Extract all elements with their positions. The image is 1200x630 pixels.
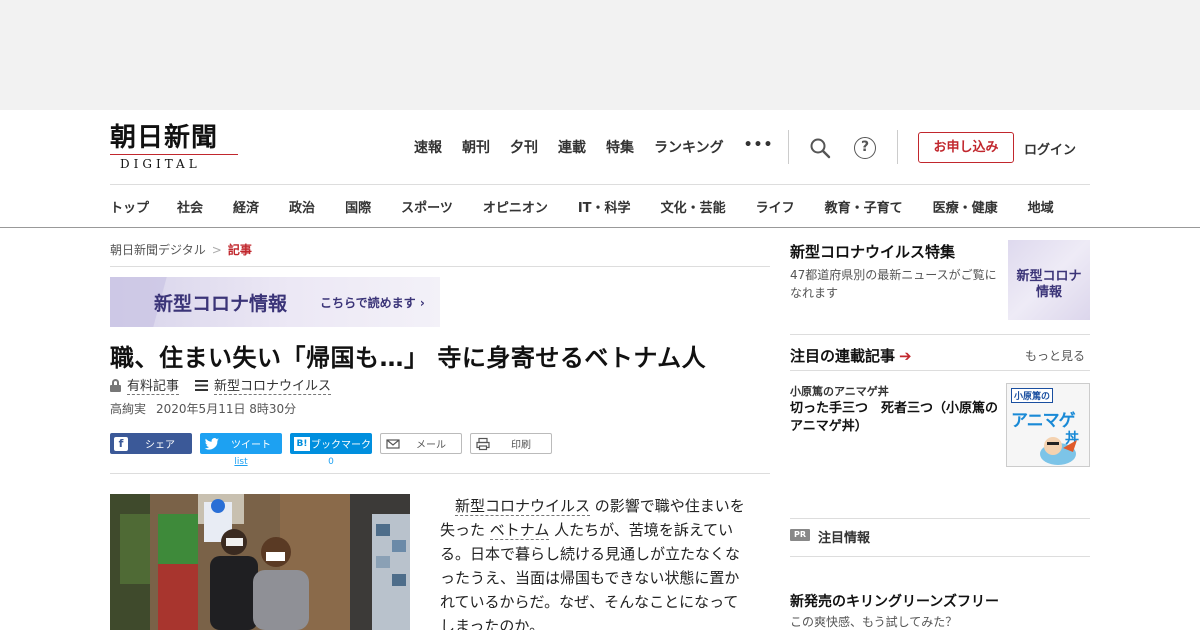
logo-sub-text: DIGITAL bbox=[120, 157, 201, 171]
byline: 高絢実 2020年5月11日 8時30分 bbox=[110, 400, 296, 417]
corona-info-banner[interactable]: 新型コロナ情報 こちらで読めます › bbox=[110, 277, 440, 327]
category-society[interactable]: 社会 bbox=[177, 197, 203, 216]
twitter-bird-icon bbox=[204, 437, 219, 450]
sidebar-rule bbox=[790, 370, 1090, 371]
category-economy[interactable]: 経済 bbox=[233, 197, 259, 216]
site-header: 朝日新聞 DIGITAL 速報 朝刊 夕刊 連載 特集 ランキング ••• ? … bbox=[0, 110, 1200, 228]
banner-title: 新型コロナ情報 bbox=[154, 293, 288, 315]
subscribe-button[interactable]: お申し込み bbox=[918, 132, 1014, 163]
logo-divider bbox=[110, 154, 238, 155]
publish-date: 2020年5月11日 8時30分 bbox=[156, 402, 297, 416]
category-region[interactable]: 地域 bbox=[1028, 197, 1054, 216]
hatena-b-icon: B! bbox=[294, 436, 310, 451]
ad-banner-area bbox=[0, 0, 1200, 110]
login-link[interactable]: ログイン bbox=[1024, 139, 1076, 158]
list-icon bbox=[195, 379, 209, 391]
mail-button[interactable]: メール bbox=[380, 433, 462, 454]
mail-label: メール bbox=[416, 440, 446, 451]
category-health[interactable]: 医療・健康 bbox=[933, 197, 998, 216]
article-meta: 有料記事 新型コロナウイルス bbox=[110, 375, 332, 395]
mail-icon bbox=[386, 438, 400, 449]
banner-link: こちらで読めます › bbox=[320, 296, 425, 310]
nav-item-morning[interactable]: 朝刊 bbox=[462, 137, 490, 157]
help-icon[interactable]: ? bbox=[854, 137, 876, 159]
header-divider bbox=[788, 130, 789, 164]
category-life[interactable]: ライフ bbox=[756, 197, 795, 216]
author-name: 高絢実 bbox=[110, 402, 147, 416]
serial-title[interactable]: 切った手三つ 死者三つ（小原篤のアニマゲ丼） bbox=[790, 400, 1004, 436]
header-rule bbox=[110, 184, 1090, 185]
thumb-series-tag: 小原篤の bbox=[1011, 388, 1054, 403]
twitter-count-link[interactable]: list bbox=[200, 457, 282, 467]
feature-thumb-line2: 情報 bbox=[1035, 285, 1062, 300]
category-culture[interactable]: 文化・芸能 bbox=[661, 197, 726, 216]
arrow-right-icon: ➔ bbox=[899, 347, 912, 365]
serial-heading-text: 注目の連載記事 bbox=[790, 347, 896, 365]
sidebar-rule bbox=[790, 556, 1090, 557]
category-politics[interactable]: 政治 bbox=[289, 197, 315, 216]
category-sports[interactable]: スポーツ bbox=[401, 197, 453, 216]
nav-item-series[interactable]: 連載 bbox=[558, 137, 586, 157]
promo-subtitle: この爽快感、もう試してみた？ bbox=[790, 615, 958, 629]
share-buttons: f シェア ツイート list B! ブックマーク 0 メール 印刷 bbox=[110, 433, 552, 467]
sidebar-rule bbox=[790, 518, 1090, 519]
site-logo[interactable]: 朝日新聞 DIGITAL bbox=[110, 124, 242, 171]
paid-article-label[interactable]: 有料記事 bbox=[127, 375, 180, 395]
breadcrumb-current: 記事 bbox=[227, 243, 252, 257]
serial-label: 小原篤のアニマゲ丼 bbox=[790, 385, 889, 398]
nav-item-features[interactable]: 特集 bbox=[606, 137, 634, 157]
facebook-share-button[interactable]: f シェア bbox=[110, 433, 192, 454]
category-opinion[interactable]: オピニオン bbox=[483, 197, 548, 216]
breadcrumb-rule bbox=[110, 266, 770, 267]
facebook-icon: f bbox=[114, 436, 128, 451]
twitter-share-label: ツイート bbox=[231, 440, 271, 451]
print-label: 印刷 bbox=[511, 440, 531, 451]
feature-thumb-line1: 新型コロナ bbox=[1016, 269, 1082, 284]
keyword-vietnam[interactable]: ベトナム bbox=[489, 521, 550, 540]
hatena-bookmark-button[interactable]: B! ブックマーク 0 bbox=[290, 433, 372, 467]
breadcrumb-separator: > bbox=[211, 243, 222, 257]
facebook-share-label: シェア bbox=[145, 440, 175, 451]
article-body: 新型コロナウイルス の影響で職や住まいを失った ベトナム 人たちが、苦境を訴えて… bbox=[440, 494, 746, 630]
keyword-covid[interactable]: 新型コロナウイルス bbox=[455, 497, 591, 516]
hatena-count: 0 bbox=[328, 457, 334, 467]
search-icon[interactable] bbox=[809, 137, 831, 159]
printer-icon bbox=[476, 437, 490, 450]
article-rule bbox=[110, 473, 770, 474]
nav-item-evening[interactable]: 夕刊 bbox=[510, 137, 538, 157]
nav-item-breaking[interactable]: 速報 bbox=[414, 137, 442, 157]
category-it-science[interactable]: IT・科学 bbox=[578, 197, 631, 216]
category-international[interactable]: 国際 bbox=[345, 197, 371, 216]
hatena-bookmark-label: ブックマーク bbox=[311, 440, 371, 451]
cartoon-character-icon bbox=[1040, 437, 1077, 465]
breadcrumb-home[interactable]: 朝日新聞デジタル bbox=[110, 243, 206, 257]
article-photo[interactable] bbox=[110, 494, 410, 630]
breadcrumb: 朝日新聞デジタル > 記事 bbox=[110, 241, 252, 258]
promo-title[interactable]: 新発売のキリングリーンズフリー bbox=[790, 591, 999, 611]
top-nav: 速報 朝刊 夕刊 連載 特集 ランキング ••• bbox=[414, 137, 793, 157]
header-divider bbox=[897, 130, 898, 164]
serial-thumbnail[interactable]: 小原篤の アニマゲ 丼 bbox=[1006, 383, 1090, 467]
print-button[interactable]: 印刷 bbox=[470, 433, 552, 454]
nav-item-ranking[interactable]: ランキング bbox=[654, 137, 724, 157]
feature-description: 47都道府県別の最新ニュースがご覧になれます bbox=[790, 268, 997, 300]
topic-link[interactable]: 新型コロナウイルス bbox=[214, 375, 332, 395]
pr-badge: PR bbox=[790, 529, 810, 541]
feature-thumbnail[interactable]: 新型コロナ 情報 bbox=[1008, 240, 1090, 320]
more-dots-icon[interactable]: ••• bbox=[744, 137, 774, 157]
twitter-share-button[interactable]: ツイート list bbox=[200, 433, 282, 467]
category-nav: トップ 社会 経済 政治 国際 スポーツ オピニオン IT・科学 文化・芸能 ラ… bbox=[110, 197, 1054, 216]
category-top[interactable]: トップ bbox=[110, 197, 149, 216]
logo-main-text: 朝日新聞 bbox=[110, 123, 219, 153]
feature-title[interactable]: 新型コロナウイルス特集 bbox=[790, 241, 955, 262]
article-headline: 職、住まい失い「帰国も…」 寺に身寄せるベトナム人 bbox=[110, 344, 707, 372]
lock-icon bbox=[110, 378, 121, 392]
sidebar-rule bbox=[790, 334, 1090, 335]
more-link[interactable]: もっと見る bbox=[1025, 347, 1085, 364]
pr-label: 注目情報 bbox=[818, 531, 871, 546]
category-education[interactable]: 教育・子育て bbox=[825, 197, 903, 216]
serial-heading[interactable]: 注目の連載記事 ➔ bbox=[790, 345, 912, 366]
